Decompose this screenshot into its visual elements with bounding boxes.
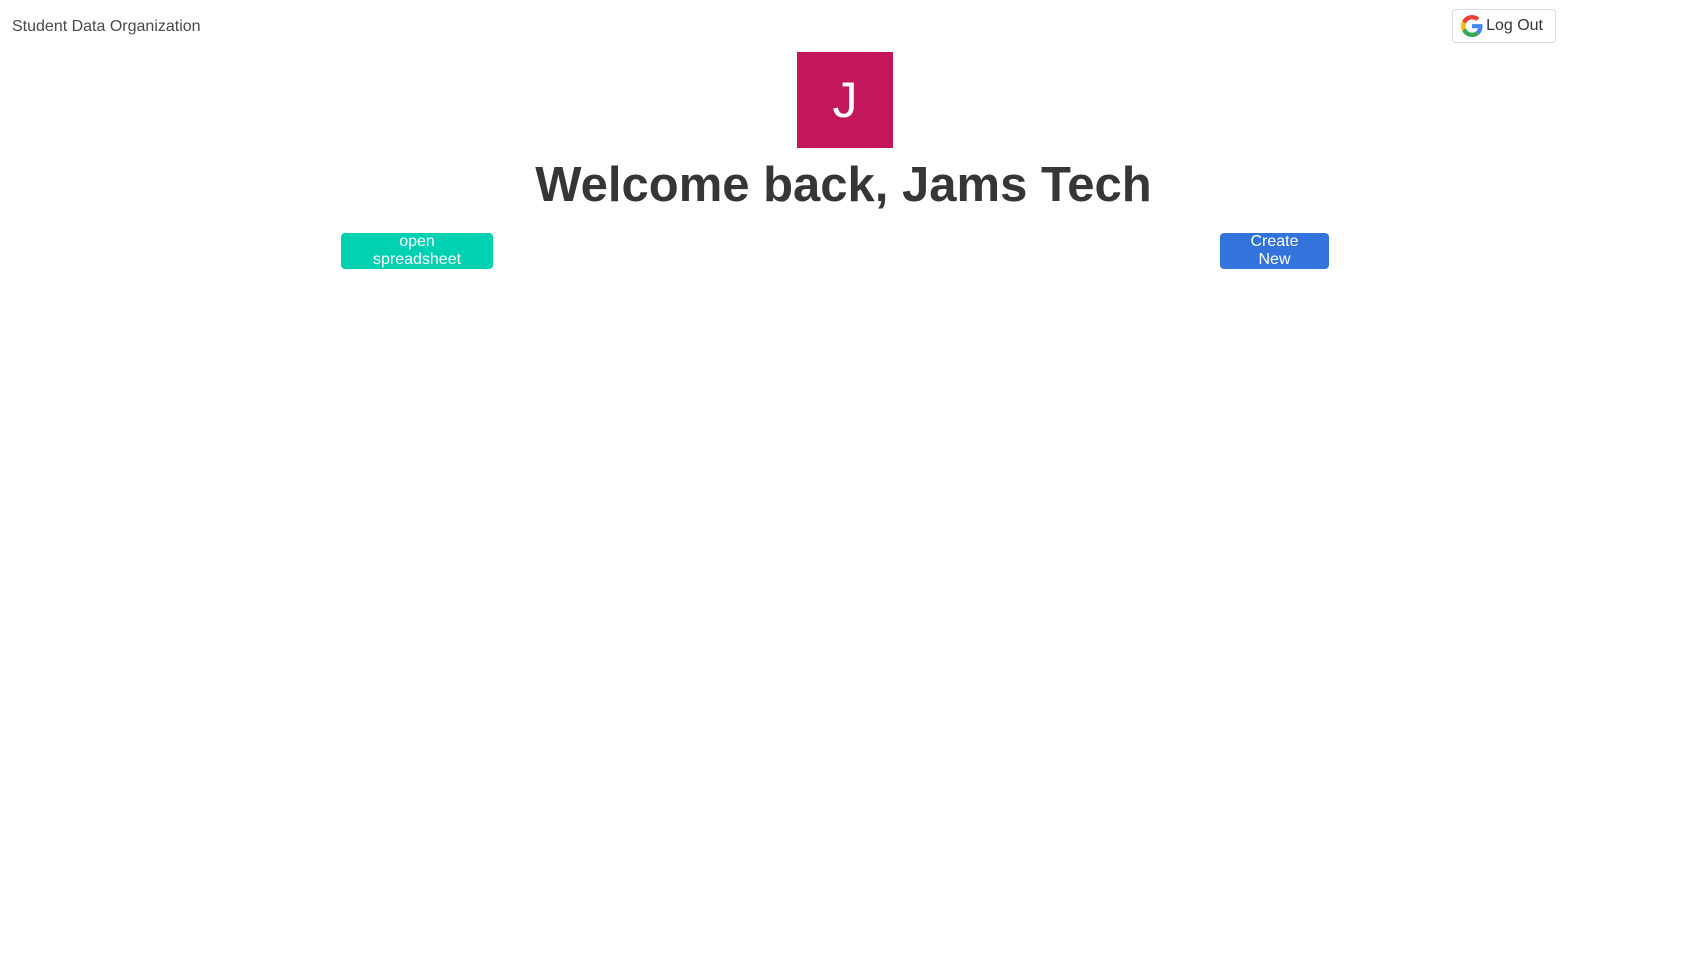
- open-spreadsheet-button[interactable]: open spreadsheet: [341, 233, 493, 269]
- logout-button[interactable]: Log Out: [1452, 9, 1556, 43]
- google-g-icon: [1461, 15, 1483, 37]
- navbar: Student Data Organization Log Out: [0, 0, 1687, 52]
- welcome-title: Welcome back, Jams Tech: [535, 158, 1152, 212]
- avatar: J: [797, 52, 893, 148]
- brand-title[interactable]: Student Data Organization: [12, 17, 201, 37]
- create-new-button[interactable]: Create New: [1220, 233, 1329, 269]
- avatar-initial: J: [832, 72, 858, 128]
- logout-label: Log Out: [1486, 17, 1543, 34]
